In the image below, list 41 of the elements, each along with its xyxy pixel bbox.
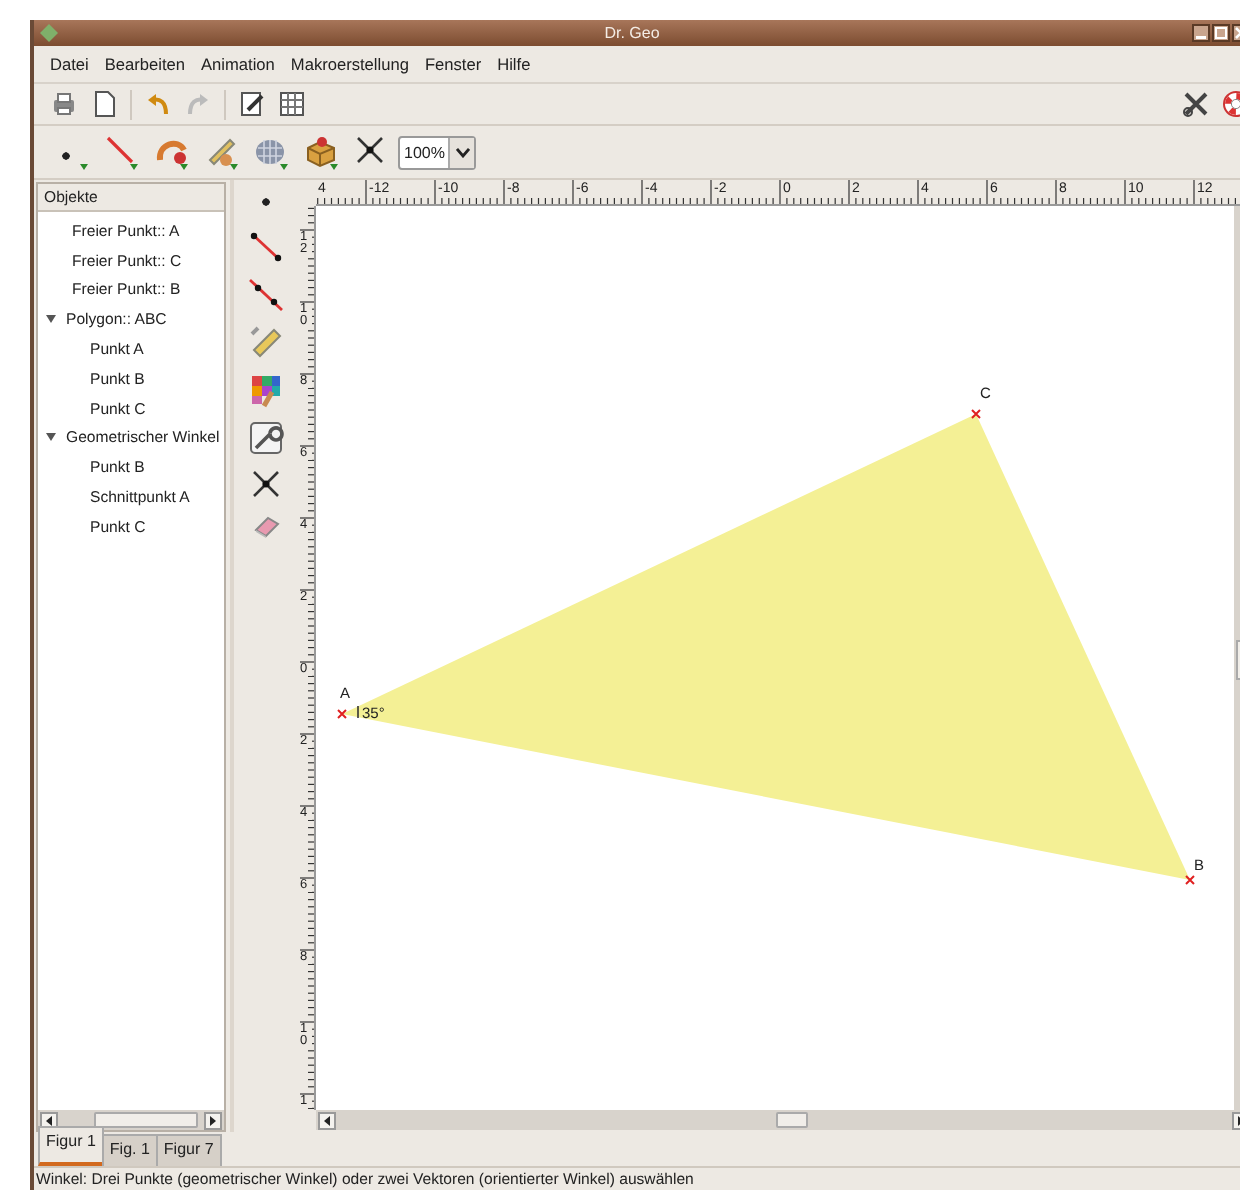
figure-tab[interactable]: Figur 7	[155, 1134, 222, 1166]
expander-down-icon[interactable]	[46, 432, 56, 443]
package-tool-icon[interactable]	[304, 134, 342, 170]
segment-tool-icon[interactable]	[247, 228, 283, 264]
figure-tab[interactable]: Fig. 1	[101, 1134, 158, 1166]
document-icon[interactable]	[90, 90, 118, 118]
dropdown-caret-icon	[455, 147, 470, 157]
point-marker[interactable]	[971, 409, 981, 419]
line-tool-icon[interactable]	[247, 276, 283, 312]
zoom-select[interactable]: 100%	[398, 135, 477, 169]
horizontal-scrollbar[interactable]	[316, 1110, 1240, 1130]
minimize-button[interactable]	[1192, 24, 1210, 42]
table-icon[interactable]	[278, 90, 306, 118]
scroll-left-icon[interactable]	[40, 1111, 58, 1129]
print-icon[interactable]	[50, 90, 78, 118]
app-icon	[40, 24, 58, 42]
menu-item[interactable]: Hilfe	[489, 54, 539, 74]
menu-item[interactable]: Animation	[193, 54, 283, 74]
scroll-thumb[interactable]	[776, 1112, 808, 1128]
ruler-tool-icon[interactable]	[204, 134, 242, 170]
wrench-tool-icon[interactable]	[247, 420, 283, 456]
angle-mark	[357, 705, 359, 719]
ruler-tool-icon[interactable]	[247, 324, 283, 360]
window-title: Dr. Geo	[602, 24, 662, 42]
tools-icon[interactable]	[1182, 90, 1210, 118]
scroll-right-icon[interactable]	[204, 1111, 222, 1129]
menu-item[interactable]: Datei	[42, 54, 97, 74]
scroll-left-icon[interactable]	[318, 1111, 336, 1129]
point-marker[interactable]	[337, 709, 347, 719]
intersection-tool-icon[interactable]	[249, 468, 281, 500]
point-marker[interactable]	[1185, 875, 1195, 885]
palette-tool-icon[interactable]	[247, 372, 283, 408]
edit-icon[interactable]	[238, 90, 266, 118]
scroll-thumb[interactable]	[94, 1112, 198, 1128]
menu-item[interactable]: Bearbeiten	[96, 54, 194, 74]
menu-item[interactable]: Makroerstellung	[282, 54, 417, 74]
horizontal-scrollbar[interactable]	[38, 1110, 224, 1130]
expander-down-icon[interactable]	[46, 314, 56, 325]
menu-item[interactable]: Fenster	[416, 54, 490, 74]
eraser-tool-icon[interactable]	[251, 512, 279, 540]
figure-tab[interactable]: Figur 1	[38, 1126, 104, 1166]
